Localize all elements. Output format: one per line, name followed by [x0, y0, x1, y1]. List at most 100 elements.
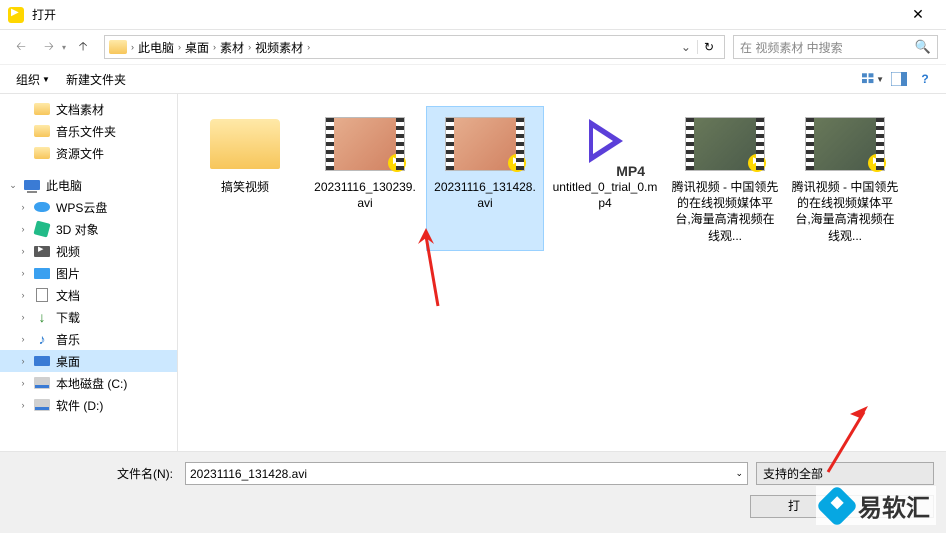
3d-icon [33, 220, 50, 237]
tree-label: 音乐文件夹 [56, 123, 116, 140]
expand-icon[interactable]: › [18, 224, 28, 234]
disk-icon [34, 399, 50, 411]
file-item[interactable]: MP4untitled_0_trial_0.mp4 [546, 106, 664, 251]
forward-button: 🡢 [36, 35, 62, 59]
app-icon [8, 7, 24, 23]
tree-label: 此电脑 [46, 177, 82, 194]
expand-icon[interactable]: › [18, 312, 28, 322]
doc-icon [36, 288, 48, 302]
breadcrumb-item[interactable]: 视频素材 [251, 39, 307, 56]
dl-icon: ↓ [39, 309, 46, 325]
expand-icon[interactable]: › [18, 334, 28, 344]
tree-item-this-pc[interactable]: ⌄ 此电脑 [0, 174, 177, 196]
tree-item[interactable]: ›软件 (D:) [0, 394, 177, 416]
tree-item[interactable]: › ♪ 音乐 [0, 328, 177, 350]
file-item[interactable]: 腾讯视频 - 中国领先的在线视频媒体平台,海量高清视频在线观... [786, 106, 904, 251]
open-button[interactable]: 打 ▼ [750, 495, 838, 518]
refresh-button[interactable]: ↻ [697, 40, 720, 54]
expand-icon[interactable]: › [18, 246, 28, 256]
new-folder-label: 新建文件夹 [66, 71, 126, 88]
breadcrumb-item[interactable]: 此电脑 [134, 39, 178, 56]
player-badge-icon [748, 154, 766, 172]
file-name: 20231116_130239.avi [311, 179, 419, 211]
file-item[interactable]: 20231116_130239.avi [306, 106, 424, 251]
player-badge-icon [868, 154, 886, 172]
address-dropdown-icon[interactable]: ⌄ [675, 40, 697, 54]
expand-icon[interactable]: › [18, 356, 28, 366]
expand-icon[interactable]: › [18, 378, 28, 388]
search-input[interactable]: 在 视频素材 中搜索 🔍 [733, 35, 938, 59]
search-icon[interactable]: 🔍 [915, 39, 931, 55]
player-badge-icon [508, 154, 526, 172]
expand-icon[interactable]: › [18, 268, 28, 278]
file-item[interactable]: 搞笑视频 [186, 106, 304, 251]
chevron-right-icon[interactable]: › [307, 42, 310, 52]
main-area: 文档素材 音乐文件夹 资源文件 ⌄此电脑 ›WPS云盘›3D 对象›视频›图片›… [0, 94, 946, 451]
file-name: 腾讯视频 - 中国领先的在线视频媒体平台,海量高清视频在线观... [671, 179, 779, 244]
tree-item[interactable]: ›视频 [0, 240, 177, 262]
filename-value: 20231116_131428.avi [190, 467, 307, 481]
video-thumbnail [325, 117, 405, 171]
tree-label: 文档素材 [56, 101, 104, 118]
search-placeholder: 在 视频素材 中搜索 [740, 39, 915, 56]
back-button[interactable]: 🡠 [8, 35, 34, 59]
player-badge-icon [388, 154, 406, 172]
file-type-filter[interactable]: 支持的全部 [756, 462, 934, 485]
file-name: 20231116_131428.avi [431, 179, 539, 211]
filename-label: 文件名(N): [12, 465, 177, 482]
file-item[interactable]: 腾讯视频 - 中国领先的在线视频媒体平台,海量高清视频在线观... [666, 106, 784, 251]
expand-icon[interactable]: › [18, 400, 28, 410]
close-button[interactable]: ✕ [898, 6, 938, 23]
filename-input[interactable]: 20231116_131428.avi ⌄ [185, 462, 748, 485]
tree-label: 图片 [56, 265, 80, 282]
help-button[interactable]: ? [914, 69, 936, 89]
preview-pane-button[interactable] [888, 69, 910, 89]
tree-item[interactable]: › 图片 [0, 262, 177, 284]
tree-label: 资源文件 [56, 145, 104, 162]
tree-item[interactable]: › 本地磁盘 (C:) [0, 372, 177, 394]
tree-label: WPS云盘 [56, 199, 107, 216]
tree-item[interactable]: ›3D 对象 [0, 218, 177, 240]
titlebar: 打开 ✕ [0, 0, 946, 30]
caret-down-icon: ▼ [42, 75, 50, 84]
collapse-icon[interactable]: ⌄ [8, 180, 18, 191]
desk-icon [34, 356, 50, 366]
breadcrumb-item[interactable]: 素材 [216, 39, 248, 56]
tree-item[interactable]: › WPS云盘 [0, 196, 177, 218]
file-item[interactable]: 20231116_131428.avi [426, 106, 544, 251]
address-bar[interactable]: › 此电脑 › 桌面 › 素材 › 视频素材 › ⌄ ↻ [104, 35, 725, 59]
new-folder-button[interactable]: 新建文件夹 [60, 69, 132, 90]
view-mode-button[interactable]: ▼ [862, 69, 884, 89]
navigation-tree[interactable]: 文档素材 音乐文件夹 资源文件 ⌄此电脑 ›WPS云盘›3D 对象›视频›图片›… [0, 94, 178, 451]
tree-item[interactable]: › 文档 [0, 284, 177, 306]
history-dropdown-icon[interactable]: ▾ [62, 43, 66, 52]
folder-icon [109, 40, 127, 54]
tree-item[interactable]: 资源文件 [0, 142, 177, 164]
folder-icon [210, 119, 280, 169]
music-icon: ♪ [39, 331, 46, 347]
tree-label: 文档 [56, 287, 80, 304]
navbar: 🡠 🡢 ▾ 🡡 › 此电脑 › 桌面 › 素材 › 视频素材 › ⌄ ↻ 在 视… [0, 30, 946, 64]
tree-item[interactable]: ›桌面 [0, 350, 177, 372]
open-label: 打 [788, 499, 800, 513]
organize-button[interactable]: 组织 ▼ [10, 69, 56, 90]
tree-label: 音乐 [56, 331, 80, 348]
up-button[interactable]: 🡡 [70, 35, 96, 59]
tree-item[interactable]: ›↓下载 [0, 306, 177, 328]
breadcrumb-item[interactable]: 桌面 [181, 39, 213, 56]
toolbar: 组织 ▼ 新建文件夹 ▼ ? [0, 64, 946, 94]
caret-down-icon: ▼ [823, 501, 831, 522]
caret-down-icon[interactable]: ⌄ [735, 468, 743, 479]
file-grid[interactable]: 搞笑视频 20231116_130239.avi 20231116_131428.a… [178, 94, 946, 451]
cancel-button[interactable] [846, 495, 934, 518]
file-name: 搞笑视频 [191, 179, 299, 195]
expand-icon[interactable]: › [18, 202, 28, 212]
organize-label: 组织 [16, 71, 40, 88]
tree-item[interactable]: 文档素材 [0, 98, 177, 120]
cloud-icon [34, 202, 50, 212]
disk-icon [34, 377, 50, 389]
window-title: 打开 [32, 6, 898, 23]
expand-icon[interactable]: › [18, 290, 28, 300]
tree-label: 本地磁盘 (C:) [56, 375, 127, 392]
tree-item[interactable]: 音乐文件夹 [0, 120, 177, 142]
